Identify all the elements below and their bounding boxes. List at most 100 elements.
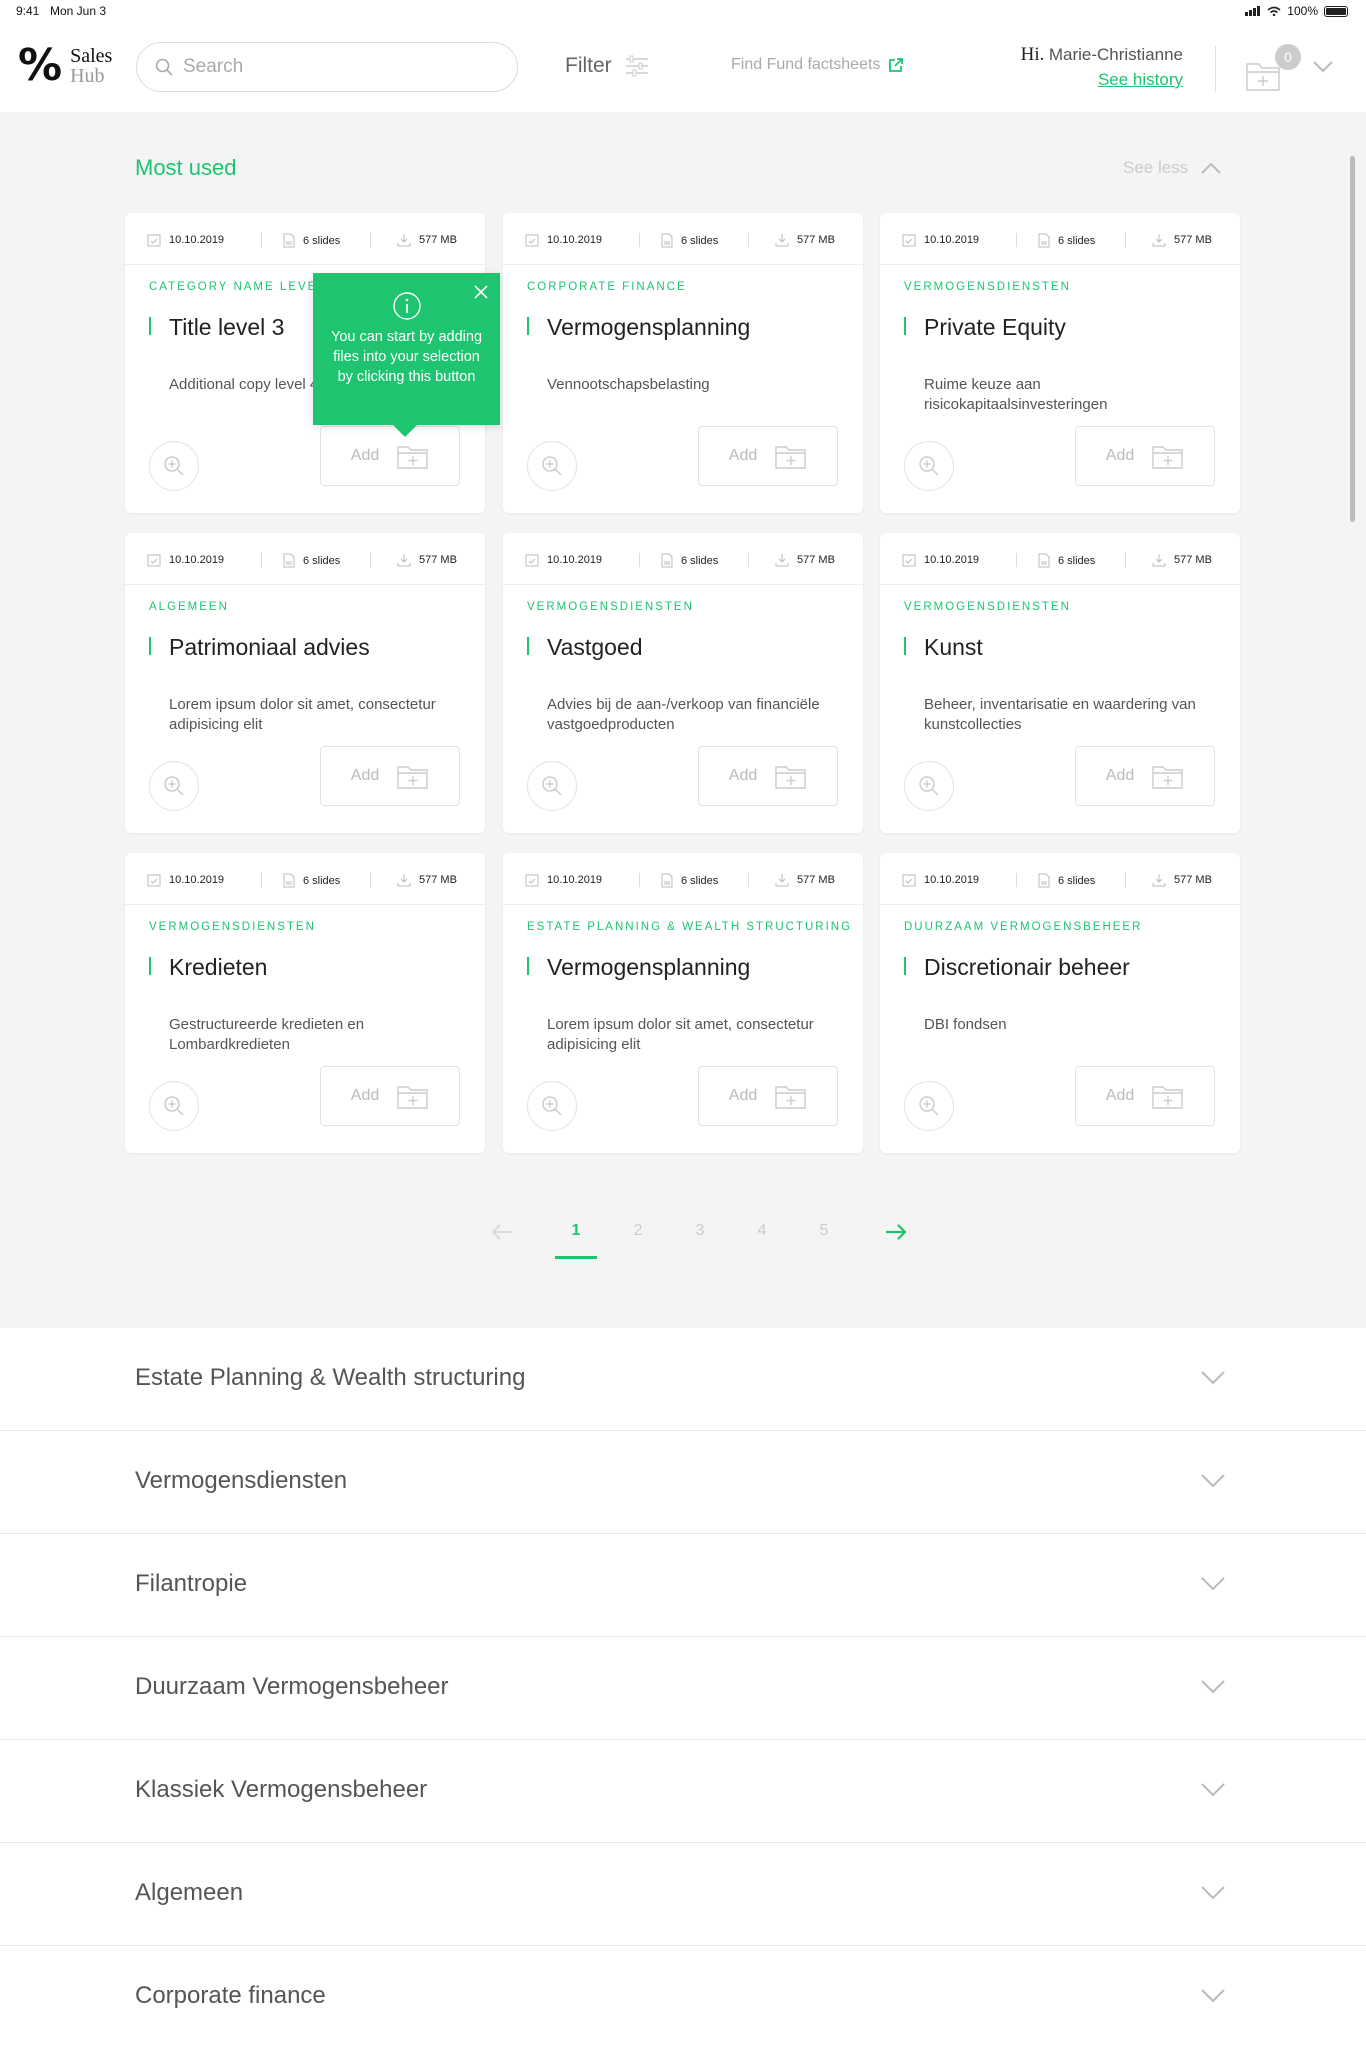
- preview-button[interactable]: [149, 761, 199, 811]
- meta-separator: [261, 873, 262, 887]
- page-2[interactable]: 2: [618, 1222, 658, 1240]
- add-label: Add: [350, 767, 380, 784]
- search-box[interactable]: [136, 42, 518, 92]
- info-icon: [392, 292, 421, 320]
- calendar-icon: [902, 874, 916, 887]
- tooltip-text: You can start by adding files into your …: [330, 329, 483, 385]
- card-slides-text: 6 slides: [1058, 874, 1096, 887]
- meta-separator: [261, 553, 262, 567]
- card-title: Kredieten: [169, 954, 268, 980]
- logo-line1: Sales: [70, 45, 113, 67]
- page-1[interactable]: 1: [556, 1222, 596, 1240]
- card-category: VERMOGENSDIENSTEN: [904, 281, 1071, 293]
- meta-separator: [748, 873, 749, 887]
- see-less-button[interactable]: See less: [1123, 158, 1222, 178]
- file-card[interactable]: 10.10.2019 6 slides 577 MB VERMOGENSDIENSTE…: [880, 213, 1240, 513]
- card-description: Ruime keuze aan risicokapitaalsinvesteri…: [924, 376, 1108, 413]
- preview-button[interactable]: [149, 1081, 199, 1131]
- sales-hub-logo[interactable]: % Sales Hub: [18, 44, 112, 88]
- add-to-selection-button[interactable]: Add: [1075, 1066, 1215, 1126]
- card-meta: 10.10.2019 6 slides 577 MB: [880, 533, 1240, 585]
- add-to-selection-button[interactable]: Add: [698, 746, 838, 806]
- accordion-item[interactable]: Duurzaam Vermogensbeheer: [0, 1637, 1366, 1740]
- page-3[interactable]: 3: [680, 1222, 720, 1240]
- meta-separator: [1125, 873, 1126, 887]
- see-history-link[interactable]: See history: [1003, 70, 1183, 90]
- card-date-text: 10.10.2019: [547, 874, 603, 886]
- document-icon: [283, 873, 295, 888]
- card-date-text: 10.10.2019: [169, 874, 225, 886]
- active-page-indicator: [555, 1256, 597, 1259]
- zoom-in-icon: [542, 456, 562, 476]
- close-icon[interactable]: [474, 285, 488, 299]
- card-size: 577 MB: [397, 233, 457, 247]
- filter-label: Filter: [565, 54, 612, 77]
- add-to-selection-button[interactable]: Add: [698, 1066, 838, 1126]
- preview-button[interactable]: [904, 761, 954, 811]
- accordion-item[interactable]: Estate Planning & Wealth structuring: [0, 1328, 1366, 1431]
- page-5[interactable]: 5: [804, 1222, 844, 1240]
- title-accent-bar: [527, 957, 529, 975]
- card-category: ALGEMEEN: [149, 601, 229, 613]
- scrollbar[interactable]: [1350, 156, 1355, 522]
- accordion-item[interactable]: Filantropie: [0, 1534, 1366, 1637]
- preview-button[interactable]: [527, 1081, 577, 1131]
- factsheets-label: Find Fund factsheets: [731, 56, 881, 73]
- chevron-down-icon: [1201, 1371, 1225, 1385]
- card-slides-text: 6 slides: [681, 554, 719, 567]
- card-meta: 10.10.2019 6 slides 577 MB: [503, 213, 863, 265]
- accordion-item[interactable]: Vermogensdiensten: [0, 1431, 1366, 1534]
- accordion-item[interactable]: Corporate finance: [0, 1946, 1366, 2047]
- card-category: CATEGORY NAME LEVEL 2: [149, 281, 339, 293]
- page-4[interactable]: 4: [742, 1222, 782, 1240]
- preview-button[interactable]: [527, 761, 577, 811]
- card-date-text: 10.10.2019: [169, 554, 225, 566]
- file-card[interactable]: 10.10.2019 6 slides 577 MB VERMOGENSDIENSTE…: [503, 533, 863, 833]
- folder-add-icon: [775, 446, 806, 469]
- download-icon: [397, 874, 411, 887]
- preview-button[interactable]: [149, 441, 199, 491]
- selection-basket-button[interactable]: 0: [1245, 44, 1301, 91]
- file-card[interactable]: 10.10.2019 6 slides 577 MB DUURZAAM VERMOGE…: [880, 853, 1240, 1153]
- accordion-item[interactable]: Klassiek Vermogensbeheer: [0, 1740, 1366, 1843]
- card-description: Gestructureerde kredieten en Lombardkred…: [169, 1016, 365, 1053]
- zoom-in-icon: [164, 456, 184, 476]
- preview-button[interactable]: [904, 1081, 954, 1131]
- search-icon: [155, 58, 173, 76]
- accordion-item[interactable]: Algemeen: [0, 1843, 1366, 1946]
- chevron-down-icon: [1201, 1577, 1225, 1591]
- see-less-label: See less: [1123, 158, 1189, 177]
- add-to-selection-button[interactable]: Add: [1075, 426, 1215, 486]
- card-size: 577 MB: [775, 873, 835, 887]
- preview-button[interactable]: [527, 441, 577, 491]
- card-slides: 6 slides: [1038, 553, 1095, 568]
- arrow-left-icon[interactable]: [490, 1222, 514, 1242]
- fund-factsheets-link[interactable]: Find Fund factsheets: [731, 56, 904, 74]
- file-card[interactable]: 10.10.2019 6 slides 577 MB VERMOGENSDIENSTE…: [880, 533, 1240, 833]
- add-to-selection-button[interactable]: Add: [1075, 746, 1215, 806]
- add-to-selection-button[interactable]: Add: [320, 426, 460, 486]
- add-to-selection-button[interactable]: Add: [320, 746, 460, 806]
- greeting-hi: Hi.: [1020, 44, 1045, 65]
- calendar-icon: [147, 234, 161, 247]
- title-accent-bar: [904, 637, 906, 655]
- zoom-in-icon: [164, 776, 184, 796]
- file-card[interactable]: 10.10.2019 6 slides 577 MB CORPORATE FINANC…: [503, 213, 863, 513]
- folder-add-icon: [1152, 446, 1183, 469]
- file-card[interactable]: 10.10.2019 6 slides 577 MB VERMOGENSDIENSTE…: [125, 853, 485, 1153]
- accordion-label: Estate Planning & Wealth structuring: [135, 1364, 526, 1391]
- chevron-down-icon[interactable]: [1312, 60, 1334, 74]
- file-card[interactable]: 10.10.2019 6 slides 577 MB ALGEMEEN Patrimon…: [125, 533, 485, 833]
- card-description: DBI fondsen: [924, 1016, 1007, 1033]
- category-accordion: Estate Planning & Wealth structuring Verm…: [0, 1328, 1366, 2047]
- filter-button[interactable]: Filter: [565, 54, 650, 78]
- add-to-selection-button[interactable]: Add: [320, 1066, 460, 1126]
- folder-add-icon: [775, 766, 806, 789]
- arrow-right-icon[interactable]: [884, 1222, 908, 1242]
- add-to-selection-button[interactable]: Add: [698, 426, 838, 486]
- zoom-in-icon: [919, 776, 939, 796]
- preview-button[interactable]: [904, 441, 954, 491]
- search-input[interactable]: [183, 56, 483, 78]
- card-meta: 10.10.2019 6 slides 577 MB: [503, 533, 863, 585]
- file-card[interactable]: 10.10.2019 6 slides 577 MB ESTATE PLANNING …: [503, 853, 863, 1153]
